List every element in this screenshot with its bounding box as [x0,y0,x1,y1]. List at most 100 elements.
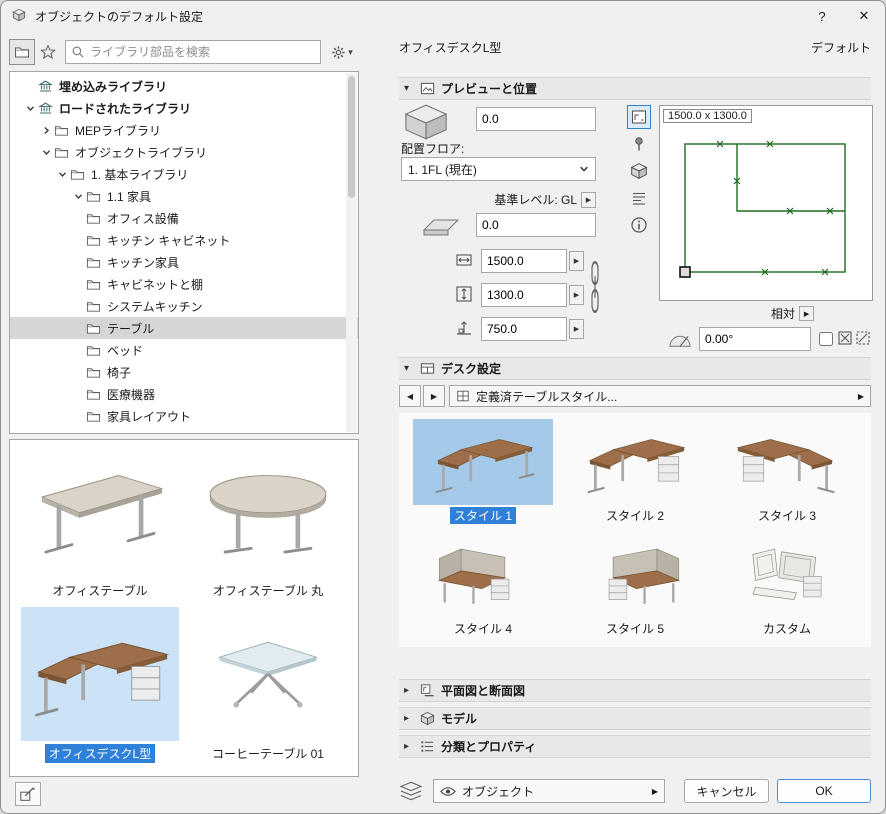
height-spinner-button[interactable]: ▶ [569,319,584,339]
collapse-chevron-icon[interactable]: ▸ [404,685,414,696]
tree-item-loaded-libraries[interactable]: ロードされたライブラリ [10,97,358,119]
folder-icon [86,255,104,270]
settings-panel: オフィスデスクL型 デフォルト ▾ プレビューと位置 配置フロア: 1. 1FL… [391,1,879,813]
ok-button[interactable]: OK [777,779,871,803]
style-option-2[interactable]: スタイル 2 [559,419,711,532]
flip-x-button[interactable] [837,330,853,346]
layer-button[interactable] [395,779,427,803]
collapse-chevron-icon[interactable]: ▾ [404,83,414,94]
home-story-select[interactable]: 1. 1FL (現在) [401,157,596,181]
cancel-button[interactable]: キャンセル [684,779,769,803]
style-option-custom[interactable]: カスタム [711,532,863,645]
expander-down-icon[interactable] [54,170,70,179]
rotation-input[interactable] [699,327,811,351]
depth-spinner-button[interactable]: ▶ [569,285,584,305]
style-option-1-selected[interactable]: スタイル 1 [407,419,559,532]
desk-settings-section-header[interactable]: ▾ デスク設定 [399,357,871,380]
default-state-button[interactable]: デフォルト [811,39,871,56]
tree-item-system-kitchen[interactable]: システムキッチン [10,295,358,317]
relative-label: 相対 [771,307,796,321]
cube-3d-icon [403,103,449,141]
next-page-button[interactable]: ▶ [423,385,445,407]
width-input[interactable] [481,249,567,273]
style-set-next-icon[interactable]: ▶ [858,392,864,401]
tree-scrollbar[interactable] [346,73,357,432]
layer-select[interactable]: オブジェクト ▶ [433,779,665,803]
tree-item-office-equipment[interactable]: オフィス設備 [10,207,358,229]
mirror-checkbox[interactable] [819,332,833,346]
folder-icon [86,277,104,292]
folder-view-button[interactable] [9,39,35,65]
tree-item-embedded-library[interactable]: 埋め込みライブラリ [10,75,358,97]
tree-item-furniture-layout[interactable]: 家具レイアウト [10,405,358,427]
tree-item-chair[interactable]: 椅子 [10,361,358,383]
link-dimensions-icon[interactable] [589,259,601,315]
tree-item-medical-equipment[interactable]: 医療機器 [10,383,358,405]
style-option-3[interactable]: スタイル 3 [711,419,863,532]
layer-value: オブジェクト [462,784,535,799]
tree-item-cabinets-shelves[interactable]: キャビネットと棚 [10,273,358,295]
tree-item-label: ベッド [107,343,144,358]
width-spinner-button[interactable]: ▶ [569,251,584,271]
favorites-button[interactable] [35,39,61,65]
tree-item-bed[interactable]: ベッド [10,339,358,361]
expander-down-icon[interactable] [38,148,54,157]
tree-item-kitchen-cabinet[interactable]: キッチン キャビネット [10,229,358,251]
expander-right-icon[interactable] [38,126,54,135]
search-box[interactable] [65,40,321,64]
tree-item-label: キッチン キャビネット [107,233,231,248]
classification-section-header[interactable]: ▸ 分類とプロパティ [399,735,871,758]
collapse-chevron-icon[interactable]: ▸ [404,713,414,724]
width-dim-icon [455,251,473,269]
settings-gear-button[interactable]: ▾ [325,39,359,65]
preview-position-section-header[interactable]: ▾ プレビューと位置 [399,77,871,100]
tree-item-label: 1.1 家具 [107,189,152,204]
tree-item-kitchen-furniture[interactable]: キッチン家具 [10,251,358,273]
library-item-office-table-round[interactable]: オフィステーブル 丸 [184,444,352,607]
tree-item-label: 医療機器 [107,387,156,402]
tree-item-label: システムキッチン [107,299,203,314]
view-mode-elevation-button[interactable] [627,132,651,156]
preview-section-icon [420,81,435,96]
info-button[interactable] [627,213,651,237]
expander-down-icon[interactable] [22,104,38,113]
library-tree: 埋め込みライブラリ ロードされたライブラリ MEPライブラリ オブジェクトライブ… [9,71,359,434]
style-option-4[interactable]: スタイル 4 [407,532,559,645]
view-mode-section-button[interactable] [627,186,651,210]
library-item-office-table[interactable]: オフィステーブル [16,444,184,607]
style-thumbnail [565,532,705,618]
depth-input[interactable] [481,283,567,307]
collapse-chevron-icon[interactable]: ▾ [404,363,414,374]
flip-y-button[interactable] [855,330,871,346]
prev-page-button[interactable]: ◀ [399,385,421,407]
style-thumbnail [717,419,857,505]
view-mode-3d-button[interactable] [627,159,651,183]
library-item-office-desk-L-selected[interactable]: オフィスデスクL型 [16,607,184,770]
collapse-chevron-icon[interactable]: ▸ [404,741,414,752]
offset-input[interactable] [476,213,596,237]
style-set-selector[interactable]: 定義済テーブルスタイル... ▶ [449,385,871,407]
scrollbar-thumb[interactable] [348,76,355,198]
style-thumbnail [413,532,553,618]
section-title: 分類とプロパティ [441,740,537,754]
expander-down-icon[interactable] [70,192,86,201]
relative-button[interactable]: ▶ [799,306,815,321]
library-item-coffee-table[interactable]: コーヒーテーブル 01 [184,607,352,770]
tree-item-mep-library[interactable]: MEPライブラリ [10,119,358,141]
preview-canvas[interactable]: 1500.0 x 1300.0 [659,105,873,301]
base-level-button[interactable]: ▶ [581,191,596,208]
plan-section-header[interactable]: ▸ 平面図と断面図 [399,679,871,702]
tree-item-basic-library[interactable]: 1. 基本ライブラリ [10,163,358,185]
height-input[interactable] [481,317,567,341]
elevation-input[interactable] [476,107,596,131]
tree-item-object-library[interactable]: オブジェクトライブラリ [10,141,358,163]
style-option-5[interactable]: スタイル 5 [559,532,711,645]
model-section-header[interactable]: ▸ モデル [399,707,871,730]
view-mode-plan-button[interactable] [627,105,651,129]
plan-preview-drawing [679,140,846,278]
insertion-hotspot [679,266,691,278]
search-input[interactable] [90,45,315,59]
library-manage-button[interactable] [15,782,41,806]
tree-item-furniture[interactable]: 1.1 家具 [10,185,358,207]
tree-item-table-selected[interactable]: テーブル [10,317,358,339]
